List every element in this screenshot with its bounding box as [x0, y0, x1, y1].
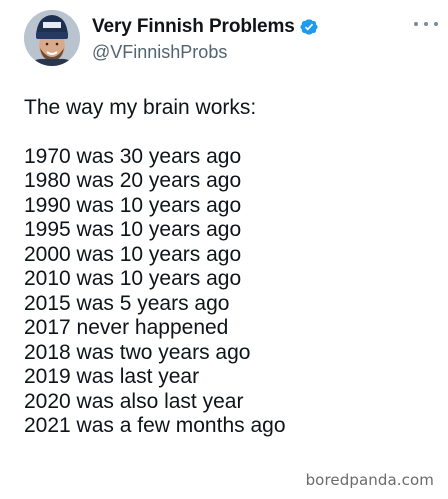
tweet-line: 2021 was a few months ago: [24, 414, 286, 437]
tweet-line: 2017 never happened: [24, 316, 229, 339]
author-handle[interactable]: @VFinnishProbs: [92, 42, 319, 63]
author-names: Very Finnish Problems @VFinnishProbs: [92, 14, 319, 63]
display-name[interactable]: Very Finnish Problems: [92, 16, 295, 38]
tweet-line: 2015 was 5 years ago: [24, 291, 230, 315]
tweet-line: 2018 was two years ago: [24, 340, 251, 364]
more-dot: [424, 22, 428, 26]
tweet-line: 2000 was 10 years ago: [24, 242, 242, 266]
tweet-line: 2020 was also last year: [24, 389, 244, 413]
display-name-row: Very Finnish Problems: [92, 14, 319, 40]
tweet-line: 1990 was 10 years ago: [24, 193, 242, 217]
verified-badge-icon: [300, 19, 318, 34]
tweet-line: 2019 was last year: [24, 365, 200, 388]
more-dot: [434, 22, 438, 26]
tweet-intro-line: The way my brain works:: [24, 96, 257, 119]
tweet-line: 1980 was 20 years ago: [24, 169, 242, 192]
tweet-header: Very Finnish Problems @VFinnishProbs: [24, 8, 319, 68]
more-options-icon[interactable]: [414, 14, 438, 34]
avatar[interactable]: [24, 10, 80, 66]
avatar-icon: [24, 10, 80, 66]
tweet-card: Very Finnish Problems @VFinnishProbs The…: [0, 0, 448, 499]
more-dot: [414, 22, 418, 26]
tweet-text: The way my brain works: 1970 was 30 year…: [24, 96, 286, 439]
tweet-line: 1970 was 30 years ago: [24, 144, 242, 168]
tweet-line: 1995 was 10 years ago: [24, 218, 242, 241]
source-watermark: boredpanda.com: [305, 471, 434, 489]
tweet-line: 2010 was 10 years ago: [24, 267, 242, 290]
